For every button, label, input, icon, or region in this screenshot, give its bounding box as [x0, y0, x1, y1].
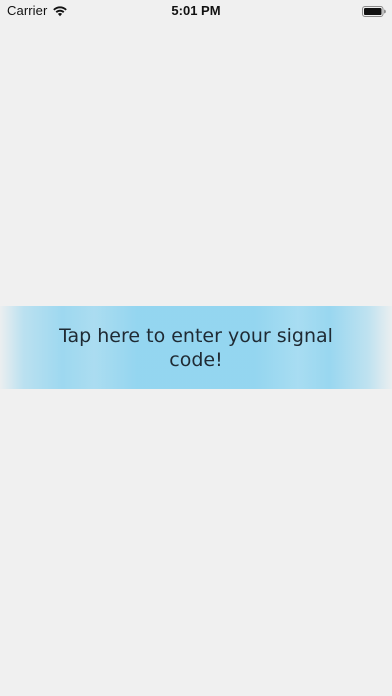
app-screen: Carrier 5:01 PM Tap here to enter your s…	[0, 0, 392, 696]
status-bar: Carrier 5:01 PM	[0, 0, 392, 22]
signal-code-banner[interactable]: Tap here to enter your signal code!	[0, 306, 392, 389]
battery-icon	[362, 5, 386, 17]
signal-code-prompt: Tap here to enter your signal code!	[59, 324, 333, 371]
status-time: 5:01 PM	[171, 3, 221, 18]
